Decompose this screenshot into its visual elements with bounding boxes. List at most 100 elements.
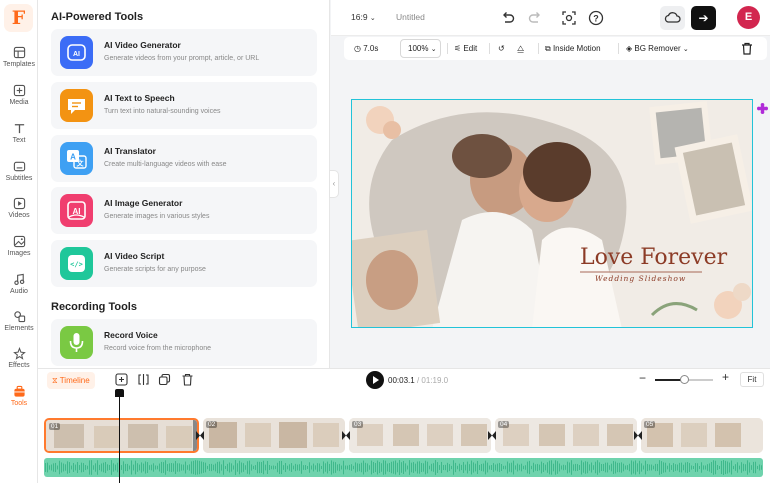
edit-button[interactable]: ⚟ Edit [454,42,477,56]
zoom-value: 100% [408,44,429,53]
zoom-out-button[interactable]: − [639,371,646,385]
screen-capture-icon[interactable] [560,9,578,27]
scene-clip[interactable]: 01 [44,418,199,453]
aspect-ratio-select[interactable]: 16:9 ⌄ [351,12,376,22]
rail-item-templates[interactable]: Templates [0,46,38,68]
fit-button[interactable]: Fit [740,372,764,387]
tool-desc: Generate images in various styles [104,213,210,220]
canvas-subtitle-text[interactable]: Wedding Slideshow [595,274,686,283]
inside-motion-button[interactable]: ⧉ Inside Motion [545,42,601,56]
app-logo[interactable]: F [4,4,33,32]
current-time: 00:03.1 [388,376,415,385]
timeline-tab-label: Timeline [59,376,90,385]
clip-number: 01 [49,423,61,430]
transition-icon[interactable] [342,431,350,440]
play-button[interactable] [366,371,384,389]
delete-button[interactable] [741,42,753,56]
scene-clip[interactable]: 02 [203,418,345,453]
translate-icon: A文 [60,142,93,175]
undo-icon[interactable] [499,9,517,27]
split-icon[interactable] [137,373,150,386]
ai-image-generator-icon: AI [60,194,93,227]
bg-remover-button[interactable]: ◈ BG Remover ⌄ [626,42,689,56]
tool-desc: Record voice from the microphone [104,345,211,352]
cloud-icon [664,12,681,23]
divider [618,43,619,54]
tool-ai-image-generator[interactable]: AI AI Image Generator Generate images in… [51,187,317,234]
zoom-slider[interactable] [655,375,713,384]
cloud-save-button[interactable] [660,6,685,30]
rotate-button[interactable]: ↺ [498,42,505,56]
timeline-tab[interactable]: ⧖ Timeline [47,372,95,389]
video-canvas[interactable]: Love Forever Wedding Slideshow [351,99,753,328]
templates-icon [13,46,25,59]
playhead[interactable] [119,391,120,483]
scene-clip[interactable]: 05 [641,418,763,453]
user-avatar[interactable]: E [737,6,760,29]
zoom-select[interactable]: 100% ⌄ [400,39,441,58]
svg-text:AI: AI [73,51,80,58]
project-name[interactable]: Untitled [396,12,425,22]
play-icon [373,376,379,384]
rail-item-elements[interactable]: Elements [0,310,38,332]
add-scene-icon[interactable] [115,373,128,386]
wedding-photo [352,100,752,327]
rail-item-audio[interactable]: Audio [0,273,38,295]
tool-ai-video-script[interactable]: </> AI Video Script Generate scripts for… [51,240,317,287]
tool-title: AI Translator [104,146,156,156]
rail-item-videos[interactable]: Videos [0,197,38,219]
collapse-panel-handle[interactable]: ‹ [329,170,339,198]
chevron-down-icon: ⌄ [369,15,376,22]
ai-assistant-icon[interactable] [757,103,768,114]
audio-waveform [45,460,762,475]
left-rail: F Templates Media Text Subtitles Videos … [0,0,38,483]
scene-clip[interactable]: 03 [349,418,491,453]
duplicate-icon[interactable] [158,373,171,386]
svg-text:?: ? [593,13,599,23]
effects-icon [12,347,26,360]
tool-desc: Create multi-language videos with ease [104,161,227,168]
tool-record-voice[interactable]: Record Voice Record voice from the micro… [51,319,317,366]
export-button[interactable]: ➔ [691,6,716,30]
flip-button[interactable]: ⧋ [517,42,524,56]
ai-tools-heading: AI-Powered Tools [51,11,144,23]
transition-icon[interactable] [196,431,204,440]
rail-item-images[interactable]: Images [0,235,38,257]
transition-icon[interactable] [488,431,496,440]
transition-icon[interactable] [634,431,642,440]
edit-label: Edit [463,44,478,53]
clip-thumbnails [641,418,763,453]
tool-ai-video-generator[interactable]: AI AI Video Generator Generate videos fr… [51,29,317,76]
rail-label: Videos [8,212,30,219]
playback-time: 00:03.1 / 01:19.0 [388,376,448,385]
tool-ai-translator[interactable]: A文 AI Translator Create multi-language v… [51,135,317,182]
audio-track[interactable] [44,458,763,477]
clip-thumbnails [349,418,491,453]
canvas-title-text[interactable]: Love Forever [580,245,727,270]
media-icon [13,84,25,97]
duration-value: 7.0s [363,44,379,53]
tool-desc: Turn text into natural-sounding voices [104,108,221,115]
duration-control[interactable]: ◷ 7.0s [354,42,378,56]
rail-item-effects[interactable]: Effects [0,347,38,369]
tool-ai-text-to-speech[interactable]: AI Text to Speech Turn text into natural… [51,82,317,129]
tool-desc: Generate videos from your prompt, articl… [104,55,260,62]
zoom-in-button[interactable]: + [722,370,729,384]
rail-item-subtitles[interactable]: Subtitles [0,160,38,182]
rail-item-text[interactable]: Text [0,122,38,144]
elements-icon [13,311,25,323]
help-icon[interactable]: ? [587,9,605,27]
scene-clip[interactable]: 04 [495,418,637,453]
rail-label: Tools [10,400,28,407]
bg-remover-label: BG Remover [634,44,681,53]
images-icon [13,235,25,248]
redo-icon[interactable] [526,9,544,27]
trash-icon[interactable] [181,373,194,386]
clock-icon: ◷ [354,44,361,53]
rail-item-media[interactable]: Media [0,84,38,106]
zoom-slider-handle[interactable] [680,375,689,384]
top-bar: 16:9 ⌄ Untitled ? ➔ E [331,0,770,36]
recording-tools-heading: Recording Tools [51,301,137,313]
rail-label: Subtitles [5,175,33,182]
rail-item-tools[interactable]: Tools [0,385,38,407]
